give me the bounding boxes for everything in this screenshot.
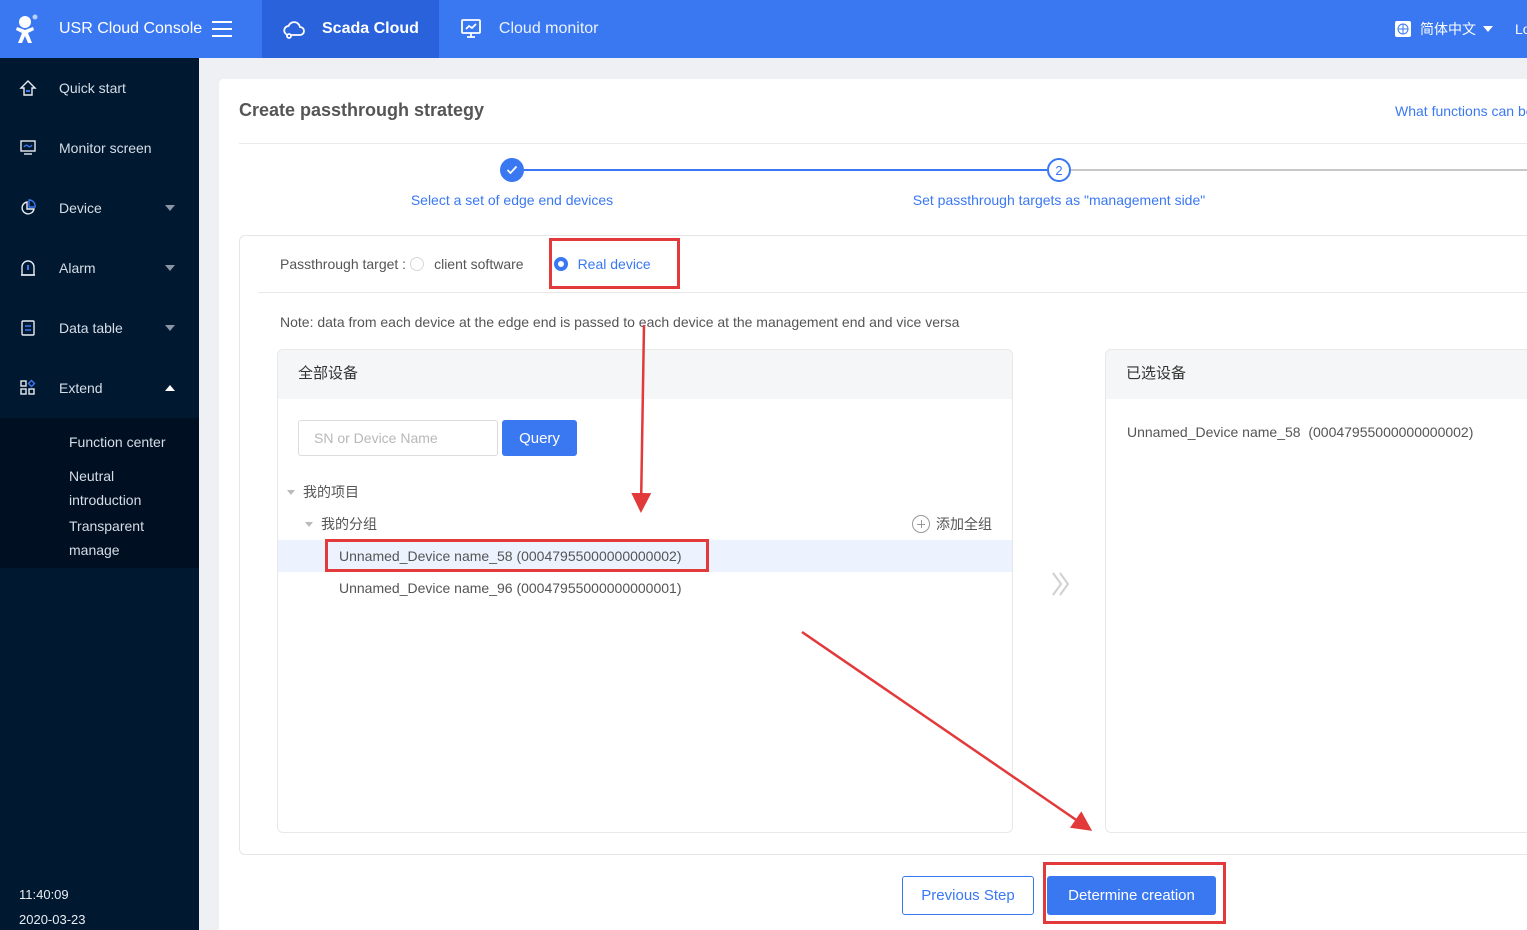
chevron-down-icon — [165, 205, 175, 211]
device-label: Unnamed_Device name_96 (0004795500000000… — [339, 580, 682, 596]
cloud-icon — [282, 17, 306, 41]
step-2-indicator: 2 — [1047, 158, 1071, 182]
tree-node-label: 我的项目 — [303, 484, 359, 500]
monitor-icon — [19, 139, 37, 157]
top-bar: USR Cloud Console Scada Cloud Cloud moni… — [0, 0, 1527, 58]
clock-date: 2020-03-23 — [19, 912, 86, 927]
all-devices-title: 全部设备 — [278, 350, 1012, 399]
step-line-pending — [1070, 169, 1527, 171]
logout-link[interactable]: Lo — [1515, 21, 1527, 37]
radio-client-software[interactable]: client software — [410, 256, 524, 272]
passthrough-target-label: Passthrough target : — [280, 256, 407, 272]
submenu-item-function-center[interactable]: Function center — [0, 430, 190, 454]
sidebar-item-data-table[interactable]: Data table — [0, 298, 199, 358]
transfer-right-icon[interactable] — [1045, 569, 1075, 599]
tree-node-group[interactable]: 我的分组 添加全组 — [278, 508, 1012, 540]
hamburger-menu-icon[interactable] — [212, 21, 233, 37]
all-devices-panel: 全部设备 Query 我的项目 我的分组 添加全组 Unnamed_Device… — [277, 349, 1013, 833]
previous-step-button[interactable]: Previous Step — [902, 876, 1034, 915]
chevron-up-icon — [165, 385, 175, 391]
pie-chart-icon — [19, 199, 37, 217]
selected-device-item[interactable]: Unnamed_Device name_58 (0004795500000000… — [1127, 424, 1473, 440]
sidebar-item-label: Alarm — [59, 260, 96, 276]
radio-label: Real device — [577, 256, 651, 272]
passthrough-form: Passthrough target : client software Rea… — [239, 235, 1527, 855]
radio-circle[interactable] — [553, 257, 568, 271]
device-list-item[interactable]: Unnamed_Device name_58 (0004795500000000… — [278, 540, 1012, 572]
add-group-button[interactable]: 添加全组 — [912, 514, 992, 534]
sidebar-item-label: Extend — [59, 380, 103, 396]
selected-devices-panel: 已选设备 Unnamed_Device name_58 (00047955000… — [1105, 349, 1527, 833]
sidebar-item-label: Monitor screen — [59, 140, 152, 156]
chevron-down-icon — [165, 325, 175, 331]
sidebar-item-label: Data table — [59, 320, 123, 336]
sidebar-item-device[interactable]: Device — [0, 178, 199, 238]
page-title: Create passthrough strategy — [239, 100, 485, 120]
chevron-down-icon — [165, 265, 175, 271]
radio-real-device[interactable]: Real device — [553, 256, 651, 272]
submenu-item-transparent-manage[interactable]: Transparent manage — [0, 514, 150, 562]
tab-label: Cloud monitor — [498, 20, 599, 37]
submenu-item-neutral-introduction[interactable]: Neutral introduction — [0, 464, 150, 512]
radio-label: client software — [434, 256, 524, 272]
tab-scada-cloud[interactable]: Scada Cloud — [262, 0, 439, 58]
query-button[interactable]: Query — [502, 420, 577, 456]
chevron-down-icon — [1483, 26, 1493, 32]
device-search-input[interactable] — [298, 420, 498, 456]
main-content: Create passthrough strategy What functio… — [219, 79, 1527, 930]
help-link[interactable]: What functions can be — [1395, 103, 1527, 119]
step-1-label: Select a set of edge end devices — [410, 192, 614, 208]
extend-submenu: Function center Neutral introduction Tra… — [0, 418, 199, 568]
radio-circle[interactable] — [410, 257, 425, 271]
sidebar: Quick start Monitor screen Device Alarm … — [0, 58, 199, 930]
tab-label: Scada Cloud — [322, 20, 419, 37]
tab-cloud-monitor[interactable]: Cloud monitor — [439, 0, 619, 58]
step-line-done — [523, 169, 1047, 171]
divider — [239, 143, 1527, 144]
caret-down-icon[interactable] — [287, 489, 295, 495]
note-text: Note: data from each device at the edge … — [280, 314, 960, 330]
home-icon — [19, 79, 37, 97]
table-icon — [19, 319, 37, 337]
plus-circle-icon — [912, 515, 930, 533]
search-row: Query — [298, 420, 577, 456]
device-label: Unnamed_Device name_58 (0004795500000000… — [339, 548, 682, 564]
brand-title: USR Cloud Console — [59, 20, 203, 37]
alarm-icon — [19, 259, 37, 277]
device-list-item[interactable]: Unnamed_Device name_96 (0004795500000000… — [278, 572, 1012, 604]
step-1-indicator — [500, 158, 524, 182]
usr-logo-icon — [12, 13, 42, 45]
language-selector[interactable]: 简体中文 — [1395, 19, 1493, 39]
clock-time: 11:40:09 — [19, 887, 69, 902]
passthrough-target-row: Passthrough target : client software Rea… — [280, 256, 651, 272]
sidebar-item-quick-start[interactable]: Quick start — [0, 58, 199, 118]
selected-devices-title: 已选设备 — [1106, 350, 1527, 399]
tree-node-label: 我的分组 — [321, 516, 377, 532]
globe-icon — [1395, 21, 1411, 37]
add-group-label: 添加全组 — [936, 516, 992, 532]
step-2-label: Set passthrough targets as "management s… — [912, 192, 1206, 208]
brand: USR Cloud Console — [0, 0, 262, 58]
sidebar-item-alarm[interactable]: Alarm — [0, 238, 199, 298]
sidebar-item-extend[interactable]: Extend — [0, 358, 199, 418]
divider — [258, 292, 1527, 293]
sidebar-item-label: Quick start — [59, 80, 126, 96]
determine-creation-button[interactable]: Determine creation — [1047, 876, 1216, 915]
apps-icon — [19, 379, 37, 397]
sidebar-item-monitor-screen[interactable]: Monitor screen — [0, 118, 199, 178]
stepper: 2 Select a set of edge end devices Set p… — [219, 158, 1527, 218]
tree-node-project[interactable]: 我的项目 — [278, 476, 1012, 508]
sidebar-item-label: Device — [59, 200, 102, 216]
caret-down-icon[interactable] — [305, 521, 313, 527]
language-label: 简体中文 — [1420, 21, 1476, 37]
check-icon — [506, 165, 518, 175]
monitor-chart-icon — [459, 17, 483, 41]
